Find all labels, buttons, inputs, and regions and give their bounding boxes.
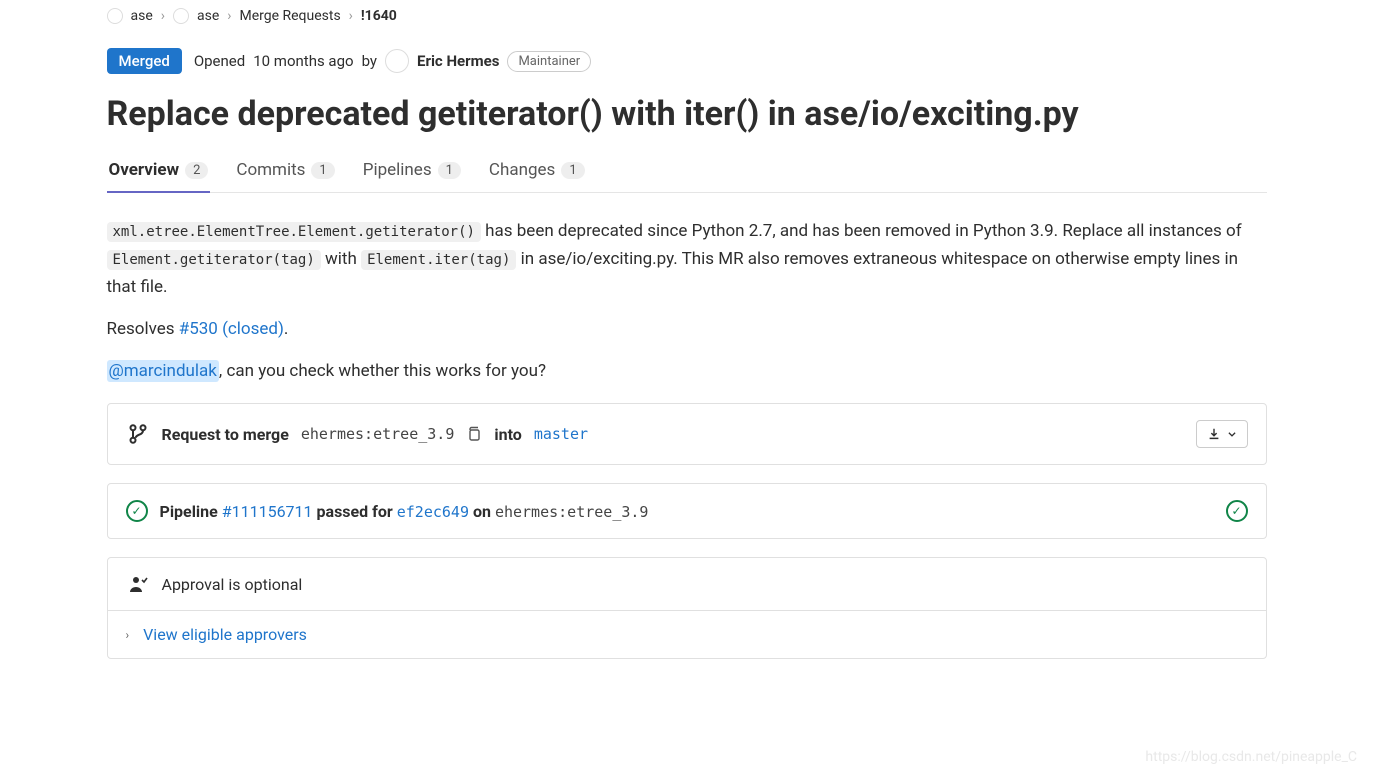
code-snippet: xml.etree.ElementTree.Element.getiterato… — [107, 222, 481, 242]
request-merge-label: Request to merge — [162, 425, 289, 444]
tab-commits[interactable]: Commits 1 — [234, 148, 336, 192]
pipeline-on: on — [469, 502, 495, 521]
tab-label: Commits — [236, 160, 305, 180]
tab-changes[interactable]: Changes 1 — [487, 148, 587, 192]
pipeline-status-icon: ✓ — [126, 500, 148, 522]
tab-pipelines[interactable]: Pipelines 1 — [361, 148, 463, 192]
tab-count: 1 — [561, 162, 584, 179]
chevron-right-icon: › — [227, 8, 231, 24]
opened-by-label: by — [362, 52, 377, 70]
tab-label: Pipelines — [363, 160, 432, 180]
code-snippet: Element.getiterator(tag) — [107, 250, 321, 270]
pipeline-label: Pipeline — [160, 502, 222, 521]
eligible-approvers-toggle[interactable]: › View eligible approvers — [108, 610, 1266, 658]
target-branch[interactable]: master — [534, 425, 588, 443]
breadcrumb: ase › ase › Merge Requests › !1640 — [107, 0, 1267, 32]
author-name[interactable]: Eric Hermes — [417, 52, 499, 70]
mr-description-p2: Resolves #530 (closed). — [107, 315, 1267, 343]
code-snippet: Element.iter(tag) — [361, 250, 516, 270]
user-mention[interactable]: @marcindulak — [107, 360, 219, 382]
tab-label: Changes — [489, 160, 555, 180]
source-branch: ehermes:etree_3.9 — [301, 425, 455, 443]
pipeline-id-link[interactable]: #111156711 — [222, 502, 313, 521]
watermark: https://blog.csdn.net/pineapple_C — [1145, 749, 1357, 765]
breadcrumb-section[interactable]: Merge Requests — [239, 8, 340, 24]
pipeline-widget: ✓ Pipeline #111156711 passed for ef2ec64… — [107, 483, 1267, 539]
tab-count: 2 — [185, 162, 208, 179]
chevron-right-icon: › — [349, 8, 353, 24]
tab-count: 1 — [438, 162, 461, 179]
status-badge: Merged — [107, 48, 182, 74]
approval-widget: Approval is optional › View eligible app… — [107, 557, 1267, 659]
mr-header: Merged Opened 10 months ago by Eric Herm… — [107, 48, 1267, 74]
download-button[interactable] — [1196, 420, 1248, 448]
chevron-right-icon: › — [161, 8, 165, 24]
download-icon — [1207, 427, 1221, 441]
group-avatar — [107, 8, 123, 24]
breadcrumb-group[interactable]: ase — [131, 8, 153, 24]
opened-prefix: Opened — [194, 52, 245, 70]
breadcrumb-ref[interactable]: !1640 — [361, 8, 397, 24]
copy-icon[interactable] — [466, 426, 482, 442]
view-approvers-link: View eligible approvers — [143, 625, 307, 644]
approval-icon — [126, 574, 150, 594]
tab-overview[interactable]: Overview 2 — [107, 148, 211, 192]
mr-description-p3: @marcindulak, can you check whether this… — [107, 357, 1267, 385]
commit-sha-link[interactable]: ef2ec649 — [397, 503, 469, 521]
approval-text: Approval is optional — [162, 575, 303, 594]
role-badge: Maintainer — [507, 51, 591, 72]
mr-description-p1: xml.etree.ElementTree.Element.getiterato… — [107, 217, 1267, 301]
pipeline-status-check-icon[interactable]: ✓ — [1226, 500, 1248, 522]
mr-title: Replace deprecated getiterator() with it… — [107, 92, 1267, 136]
breadcrumb-project[interactable]: ase — [197, 8, 219, 24]
into-label: into — [494, 425, 521, 444]
merge-request-widget: Request to merge ehermes:etree_3.9 into … — [107, 403, 1267, 465]
opened-time: 10 months ago — [253, 52, 353, 70]
tab-count: 1 — [311, 162, 334, 179]
pipeline-branch: ehermes:etree_3.9 — [495, 503, 649, 521]
chevron-down-icon — [1227, 429, 1237, 439]
issue-link[interactable]: #530 (closed) — [179, 319, 284, 339]
pipeline-passed: passed for — [313, 502, 397, 521]
tab-label: Overview — [109, 160, 180, 180]
author-avatar[interactable] — [385, 49, 409, 73]
merge-icon — [126, 424, 150, 444]
chevron-right-icon: › — [126, 628, 130, 642]
project-avatar — [173, 8, 189, 24]
tabs: Overview 2 Commits 1 Pipelines 1 Changes… — [107, 148, 1267, 193]
